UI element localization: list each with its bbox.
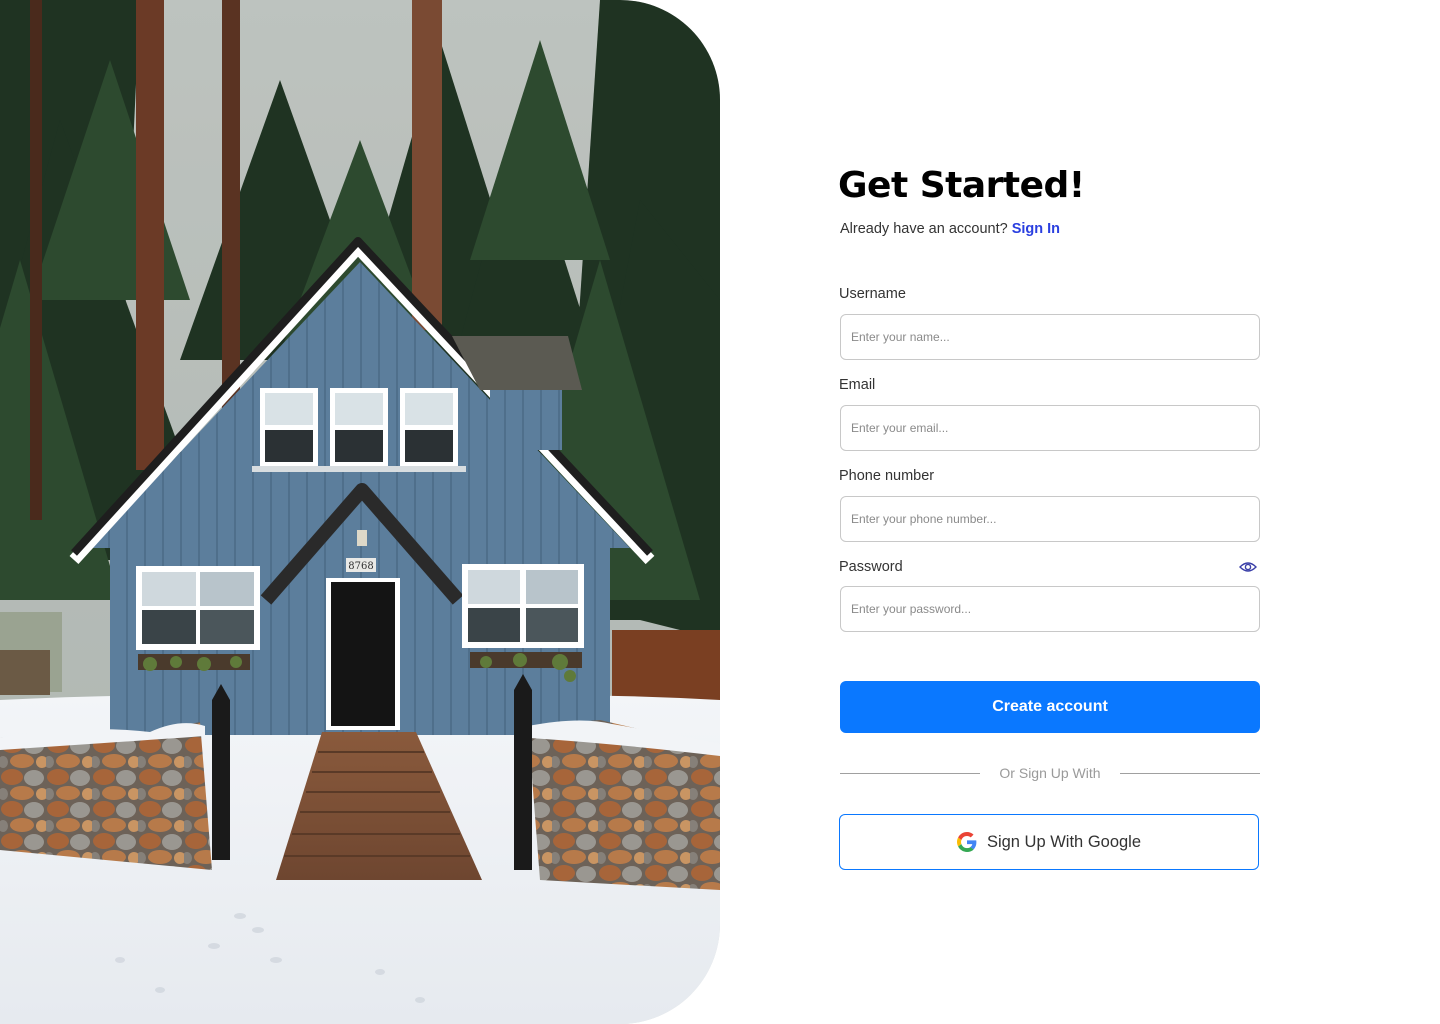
username-input[interactable] [840, 314, 1260, 360]
hero-cabin-image: 8768 [0, 0, 720, 1024]
password-label: Password [839, 559, 903, 575]
google-signup-button[interactable]: Sign Up With Google [839, 814, 1259, 870]
google-g-icon [956, 832, 977, 852]
google-signup-label: Sign Up With Google [986, 832, 1142, 851]
signup-form: Get Started! Already have an account? Si… [838, 0, 1260, 1024]
signin-prompt-text: Already have an account? [840, 221, 1008, 237]
eye-icon[interactable] [1239, 560, 1257, 574]
create-account-button[interactable]: Create account [840, 681, 1260, 733]
divider-line-left [840, 773, 980, 774]
username-label: Username [839, 286, 906, 302]
signup-page: 8768 Get Started! Already have an accoun… [0, 0, 1440, 1024]
signin-prompt: Already have an account? Sign In [840, 219, 1060, 239]
phone-label: Phone number [839, 468, 935, 484]
email-input[interactable] [840, 405, 1260, 451]
email-label: Email [839, 377, 876, 393]
page-title: Get Started! [838, 165, 1085, 206]
or-divider: Or Sign Up With [840, 763, 1260, 783]
phone-input[interactable] [840, 496, 1260, 542]
house-number-sign: 8768 [348, 561, 373, 572]
divider-line-right [1120, 773, 1260, 774]
signin-link[interactable]: Sign In [1012, 221, 1060, 237]
divider-text: Or Sign Up With [999, 765, 1101, 781]
password-input[interactable] [840, 586, 1260, 632]
